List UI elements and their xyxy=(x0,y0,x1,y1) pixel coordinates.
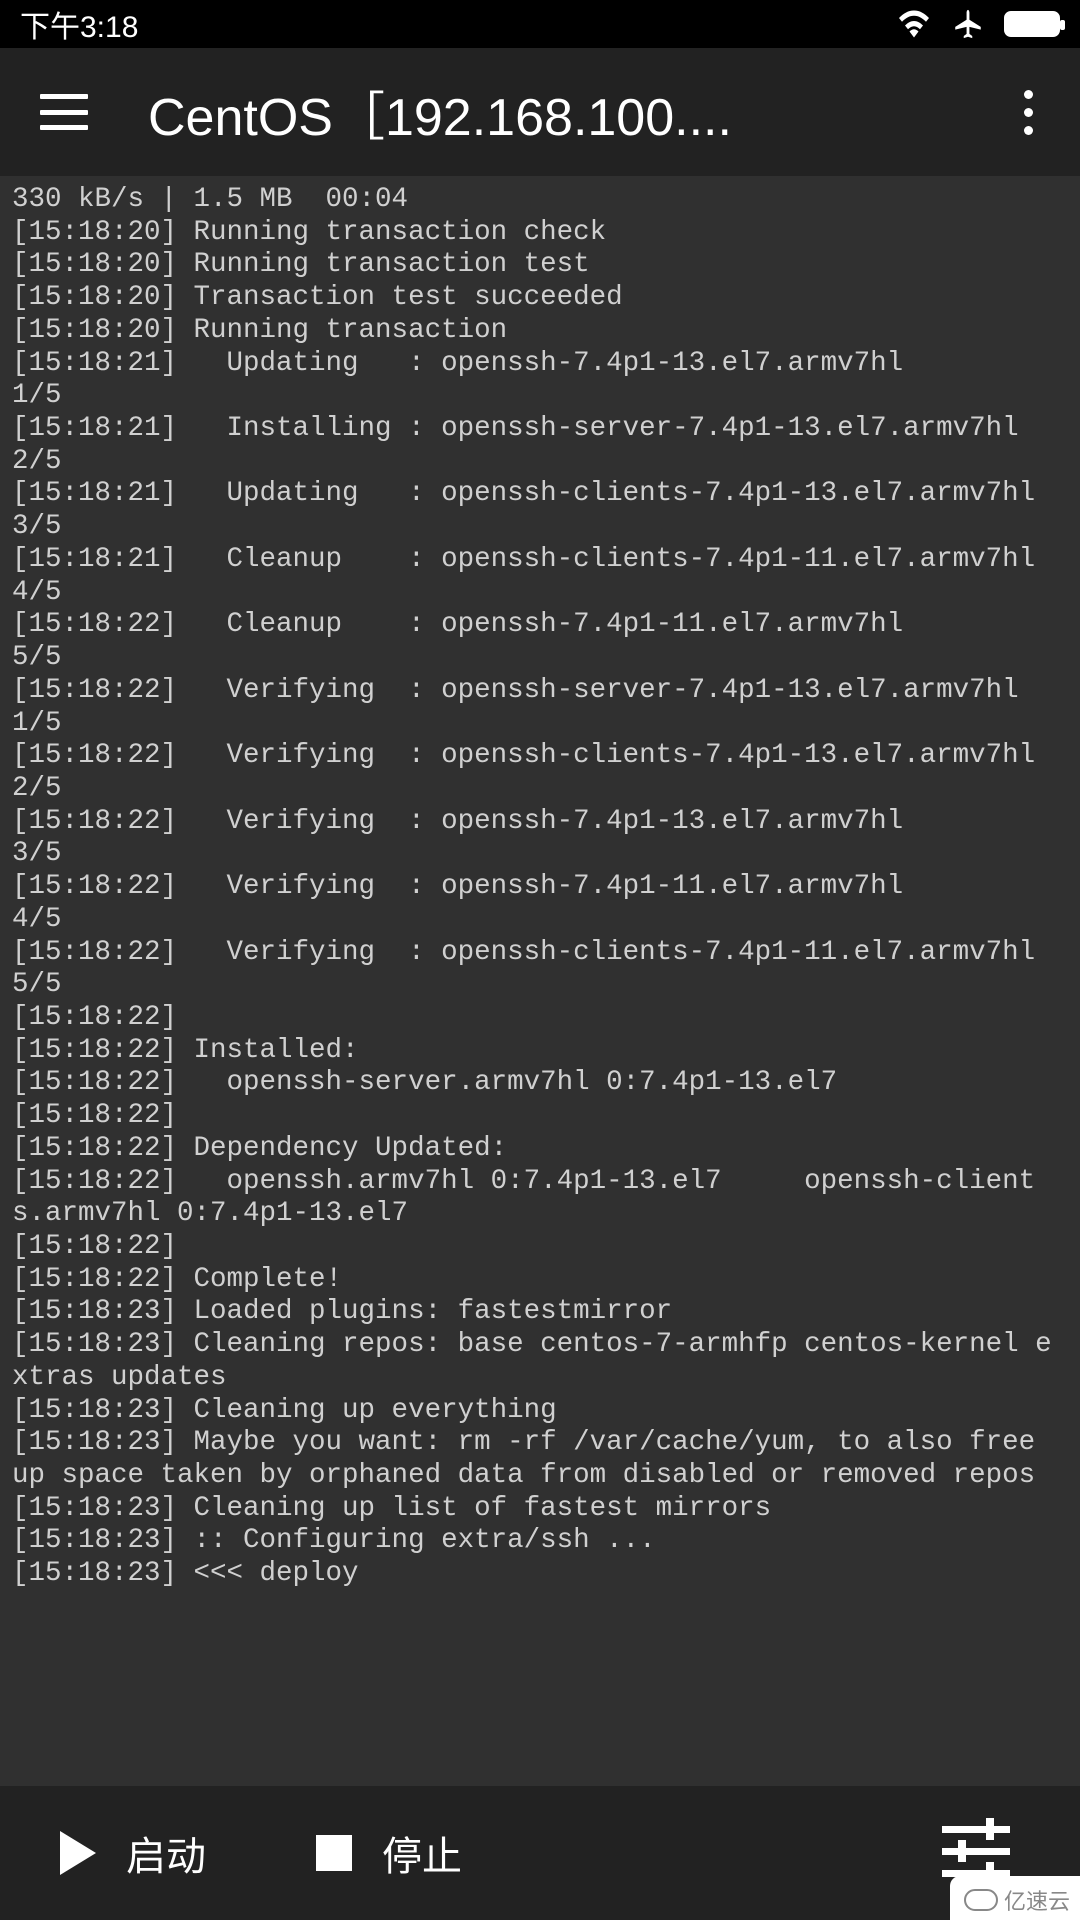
watermark-text: 亿速云 xyxy=(1004,1884,1070,1916)
airplane-icon xyxy=(950,7,986,41)
play-icon xyxy=(60,1831,96,1875)
menu-icon[interactable] xyxy=(40,94,88,130)
app-header: CentOS［192.168.100.... xyxy=(0,48,1080,176)
stop-icon xyxy=(316,1835,352,1871)
status-icons xyxy=(896,7,1060,41)
bottom-action-bar: 启动 停止 xyxy=(0,1786,1080,1920)
more-icon[interactable] xyxy=(1008,90,1048,135)
start-button[interactable]: 启动 xyxy=(60,1824,206,1882)
start-label: 启动 xyxy=(126,1824,206,1882)
terminal-output[interactable]: 330 kB/s | 1.5 MB 00:04 [15:18:20] Runni… xyxy=(0,176,1080,1786)
battery-icon xyxy=(1004,11,1060,37)
tune-icon[interactable] xyxy=(942,1826,1010,1880)
app-title: CentOS［192.168.100.... xyxy=(148,75,968,150)
watermark: 亿速云 xyxy=(950,1876,1080,1920)
cloud-icon xyxy=(964,1889,998,1911)
stop-button[interactable]: 停止 xyxy=(316,1824,462,1882)
device-status-bar: 下午3:18 xyxy=(0,0,1080,48)
stop-label: 停止 xyxy=(382,1824,462,1882)
status-time: 下午3:18 xyxy=(20,2,138,46)
wifi-icon xyxy=(896,10,932,38)
